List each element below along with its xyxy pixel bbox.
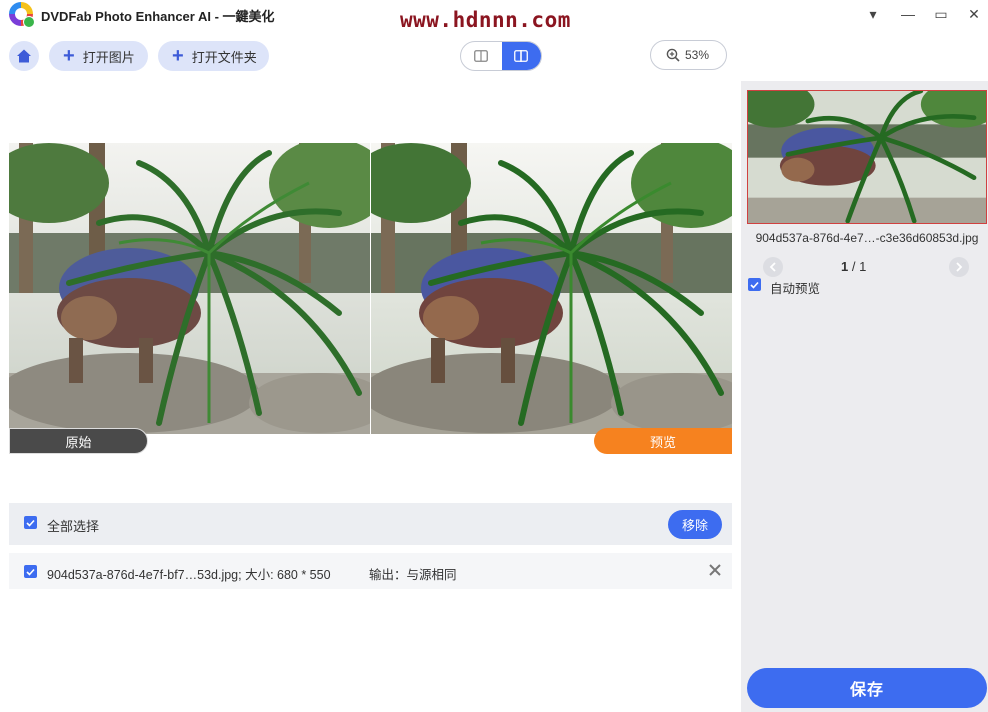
- split-view-button[interactable]: [501, 42, 541, 70]
- file-remove-button[interactable]: [707, 562, 723, 578]
- remove-button[interactable]: 移除: [668, 510, 722, 539]
- plus-icon: +: [172, 45, 184, 67]
- original-tag: 原始: [9, 428, 148, 454]
- single-view-icon: [474, 50, 489, 62]
- auto-preview-label: 自动预览: [770, 282, 821, 296]
- chevron-left-icon: [769, 262, 776, 272]
- file-output-info: 输出：与源相同: [369, 568, 457, 582]
- file-row[interactable]: 904d537a-876d-4e7f-bf7…53d.jpg; 大小: 680 …: [9, 553, 732, 589]
- next-page-button[interactable]: [949, 257, 969, 277]
- previous-page-button[interactable]: [763, 257, 783, 277]
- app-logo-icon: [9, 2, 35, 28]
- zoom-control[interactable]: 53%: [650, 40, 727, 70]
- preview-tag: 预览: [594, 428, 732, 454]
- plus-icon: +: [63, 45, 75, 67]
- title-bar: DVDFab Photo Enhancer AI - 一鍵美化 www.hdnn…: [0, 0, 988, 32]
- maximize-button[interactable]: ▭: [926, 3, 956, 25]
- original-photo: [9, 143, 370, 434]
- open-image-button[interactable]: + 打开图片: [49, 41, 148, 71]
- open-folder-label: 打开文件夹: [191, 49, 257, 65]
- select-all-checkbox[interactable]: [24, 516, 37, 529]
- view-mode-toggle: [460, 41, 542, 71]
- app-title: DVDFab Photo Enhancer AI - 一鍵美化: [41, 9, 275, 24]
- page-indicator: 1 / 1: [841, 259, 866, 274]
- minimize-button[interactable]: —: [893, 3, 923, 25]
- zoom-in-icon: [666, 48, 680, 62]
- page-separator: /: [848, 259, 860, 274]
- file-checkbox[interactable]: [24, 565, 37, 578]
- home-icon: [17, 49, 31, 63]
- save-button[interactable]: 保存: [747, 668, 987, 708]
- select-all-bar: 全部选择 移除: [9, 503, 732, 545]
- open-image-label: 打开图片: [82, 49, 135, 65]
- thumbnail-image[interactable]: [747, 90, 987, 224]
- close-icon: [709, 564, 721, 576]
- side-panel: 904d537a-876d-4e7…-c3e36d60853d.jpg 1 / …: [741, 81, 988, 712]
- close-button[interactable]: ✕: [959, 3, 988, 25]
- check-icon: [26, 568, 35, 576]
- thumbnail-filename: 904d537a-876d-4e7…-c3e36d60853d.jpg: [755, 231, 979, 245]
- file-name-info: 904d537a-876d-4e7f-bf7…53d.jpg; 大小: 680 …: [47, 568, 331, 582]
- open-folder-button[interactable]: + 打开文件夹: [158, 41, 269, 71]
- single-view-button[interactable]: [461, 42, 502, 70]
- auto-preview-checkbox[interactable]: [748, 278, 761, 291]
- total-pages: 1: [859, 259, 867, 274]
- select-all-label: 全部选择: [47, 519, 100, 534]
- watermark-text: www.hdnnn.com: [400, 8, 571, 32]
- check-icon: [750, 281, 759, 289]
- split-view-icon: [514, 50, 529, 62]
- check-icon: [26, 519, 35, 527]
- home-button[interactable]: [9, 41, 39, 71]
- dropdown-menu-icon[interactable]: ▾: [858, 3, 888, 25]
- preview-photo: [371, 143, 732, 434]
- chevron-right-icon: [956, 262, 963, 272]
- zoom-level: 53%: [685, 48, 710, 62]
